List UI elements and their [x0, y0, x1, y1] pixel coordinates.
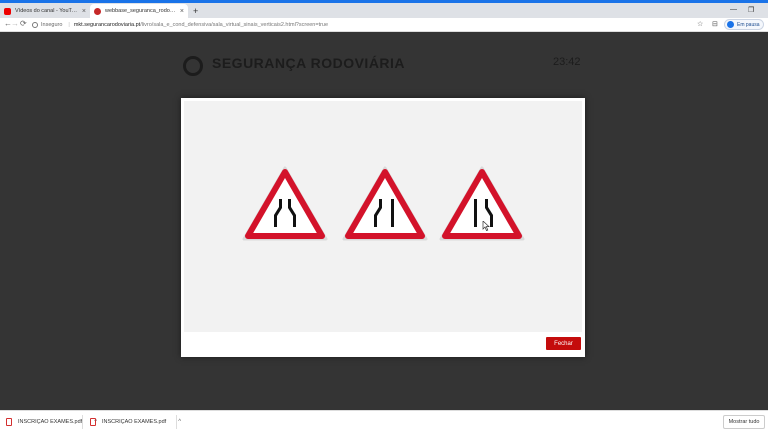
site-title: SEGURANÇA RODOVIÁRIA — [212, 55, 406, 71]
address-path: /livro/sala_e_cond_defensiva/sala_virtua… — [140, 22, 329, 28]
reload-icon[interactable]: ⟳ — [20, 19, 27, 28]
tab-youtube-studio[interactable]: Vídeos do canal - YouTube Studio × — [0, 4, 90, 18]
tab-close-icon[interactable]: × — [180, 8, 184, 15]
minimize-icon[interactable]: — — [730, 6, 737, 13]
clock-display: 23:42 — [553, 56, 581, 68]
maximize-icon[interactable]: ❐ — [748, 6, 754, 14]
mouse-cursor-icon — [482, 221, 490, 231]
download-filename: INSCRIÇAO EXAMES.pdf — [102, 419, 167, 425]
forward-icon[interactable]: → — [11, 19, 19, 28]
download-item[interactable]: INSCRIÇAO EXAMES.pdf ^ — [6, 416, 97, 428]
tab-close-icon[interactable]: × — [82, 8, 86, 15]
security-label: Inseguro — [41, 22, 63, 28]
cast-icon[interactable]: ⊟ — [712, 20, 718, 28]
tab-webbase[interactable]: webbase_seguranca_rodoviaria × — [90, 4, 188, 18]
show-all-button[interactable]: Mostrar tudo — [723, 415, 765, 429]
pdf-file-icon — [90, 418, 96, 426]
site-logo-icon — [183, 56, 203, 76]
sign-viewer-modal: Fechar — [181, 98, 585, 357]
address-host: mkt.segurancarodoviaria.pt — [73, 22, 141, 28]
tab-label: Vídeos do canal - YouTube Studio — [15, 8, 79, 14]
profile-status-label: Em pausa — [737, 21, 760, 28]
site-favicon-icon — [94, 7, 101, 15]
downloads-bar: INSCRIÇAO EXAMES.pdf ^ INSCRIÇAO EXAMES.… — [0, 410, 768, 432]
tab-label: webbase_seguranca_rodoviaria — [105, 8, 177, 14]
bookmark-star-icon[interactable]: ☆ — [697, 20, 703, 28]
tab-strip: Vídeos do canal - YouTube Studio × webba… — [0, 3, 768, 18]
avatar — [727, 21, 734, 28]
chevron-up-icon[interactable]: ^ — [178, 419, 181, 425]
youtube-favicon-icon — [4, 7, 11, 15]
close-button[interactable]: Fechar — [546, 337, 581, 350]
browser-toolbar: ← → ⟳ Inseguro | mkt.segurancarodoviaria… — [0, 18, 768, 32]
road-narrows-left-icon[interactable] — [341, 165, 429, 243]
pdf-file-icon — [6, 418, 12, 426]
info-icon[interactable] — [32, 22, 38, 28]
address-separator: | — [68, 22, 70, 28]
address-bar[interactable]: Inseguro | mkt.segurancarodoviaria.pt /l… — [32, 19, 682, 31]
road-narrows-right-icon[interactable] — [438, 165, 526, 243]
divider — [176, 415, 177, 429]
profile-paused-button[interactable]: Em pausa — [724, 19, 764, 30]
download-filename: INSCRIÇAO EXAMES.pdf — [18, 419, 83, 425]
modal-content — [184, 101, 582, 332]
road-narrows-both-sides-icon[interactable] — [241, 165, 329, 243]
divider — [82, 415, 83, 429]
download-item[interactable]: INSCRIÇAO EXAMES.pdf ^ — [90, 416, 181, 428]
new-tab-button[interactable]: + — [193, 6, 198, 16]
